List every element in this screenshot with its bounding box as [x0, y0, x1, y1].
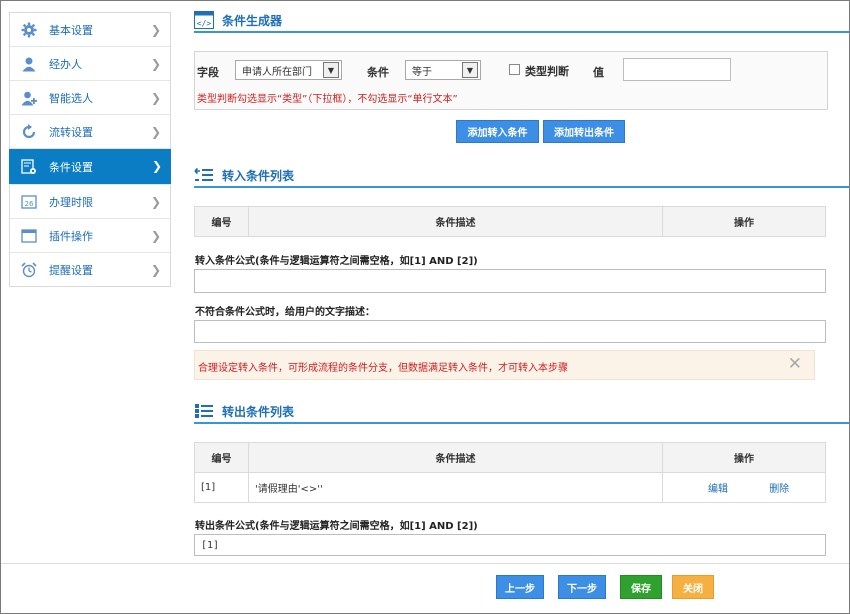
- footer-bar: 上一步 下一步 保存 关闭: [1, 563, 849, 613]
- sidebar-item-basic-settings[interactable]: 基本设置 ❯: [10, 13, 170, 47]
- chevron-right-icon: ❯: [150, 263, 161, 277]
- column-header: 编号: [194, 442, 249, 473]
- chevron-right-icon: ❯: [150, 23, 161, 37]
- table-row: [1] '请假理由'<>'' 编辑 删除: [194, 472, 826, 503]
- in-section-title: 转入条件列表: [222, 169, 295, 183]
- sidebar-item-label: 提醒设置: [49, 263, 93, 277]
- builder-title: 条件生成器: [222, 14, 283, 28]
- sidebar-item-flow-settings[interactable]: 流转设置 ❯: [10, 115, 170, 149]
- sidebar-item-label: 经办人: [49, 57, 82, 71]
- fail-desc-label: 不符合条件公式时，给用户的文字描述：: [195, 307, 375, 318]
- sidebar-item-handler[interactable]: 经办人 ❯: [10, 47, 170, 81]
- chevron-right-icon: ❯: [150, 57, 161, 71]
- save-button[interactable]: 保存: [620, 575, 662, 599]
- row-actions: 编辑 删除: [662, 472, 826, 503]
- sidebar-item-label: 流转设置: [49, 125, 93, 139]
- sidebar: 基本设置 ❯ 经办人 ❯ 智能选人 ❯ 流转设置 ❯ 条件设置 ❯ 26 办理时…: [9, 12, 171, 287]
- close-icon[interactable]: ✕: [788, 354, 802, 374]
- chevron-right-icon: ❯: [150, 195, 161, 209]
- svg-text:26: 26: [25, 200, 34, 208]
- calendar-icon: 26: [21, 194, 37, 210]
- value-label: 值: [593, 66, 604, 79]
- row-id: [1]: [194, 472, 249, 503]
- in-formula-input[interactable]: [194, 269, 826, 293]
- window-icon: [21, 228, 37, 244]
- field-label: 字段: [197, 66, 219, 79]
- row-desc: '请假理由'<>'': [248, 472, 663, 503]
- close-button[interactable]: 关闭: [672, 575, 714, 599]
- chevron-right-icon: ❯: [150, 91, 161, 105]
- condition-settings-icon: [21, 158, 37, 175]
- chevron-right-icon: ❯: [150, 229, 161, 243]
- out-condition-table: 编号 条件描述 操作 [1] '请假理由'<>'' 编辑 删除: [194, 442, 826, 503]
- column-header: 操作: [662, 206, 826, 237]
- svg-text:</>: </>: [197, 19, 212, 28]
- in-section-header: 转入条件列表: [194, 166, 849, 188]
- refresh-icon: [21, 123, 37, 140]
- value-input[interactable]: [623, 58, 731, 81]
- chevron-down-icon: ▼: [462, 62, 478, 78]
- condition-builder-panel: 字段 申请人所在部门 ▼ 条件 等于 ▼ 类型判断 值 类型判断勾选显示“类型”…: [194, 51, 828, 110]
- sidebar-item-label: 基本设置: [49, 23, 93, 37]
- builder-section-header: </> 条件生成器: [194, 11, 849, 33]
- table-header-row: 编号 条件描述 操作: [194, 442, 826, 473]
- condition-label: 条件: [367, 66, 389, 79]
- in-condition-table: 编号 条件描述 操作: [194, 206, 826, 237]
- alert-message: 合理设定转入条件，可形成流程的条件分支，但数据满足转入条件，才可转入本步骤: [198, 363, 568, 374]
- add-out-condition-button[interactable]: 添加转出条件: [543, 120, 625, 143]
- user-icon: [21, 56, 37, 72]
- sidebar-item-label: 插件操作: [49, 229, 93, 243]
- prev-step-button[interactable]: 上一步: [496, 575, 544, 599]
- sidebar-item-smart-select[interactable]: 智能选人 ❯: [10, 81, 170, 115]
- sidebar-item-plugin-ops[interactable]: 插件操作 ❯: [10, 219, 170, 253]
- out-formula-label: 转出条件公式(条件与逻辑运算符之间需空格，如[1] AND [2]): [195, 521, 478, 532]
- column-header: 编号: [194, 206, 249, 237]
- column-header: 条件描述: [248, 206, 663, 237]
- next-step-button[interactable]: 下一步: [558, 575, 606, 599]
- import-list-icon: [194, 166, 214, 187]
- chevron-right-icon: ❯: [151, 159, 162, 173]
- out-section-title: 转出条件列表: [222, 405, 295, 419]
- alarm-clock-icon: [21, 261, 37, 278]
- column-header: 操作: [662, 442, 826, 473]
- column-header: 条件描述: [248, 442, 663, 473]
- chevron-right-icon: ❯: [150, 125, 161, 139]
- fail-desc-input[interactable]: [194, 320, 826, 343]
- type-check-checkbox[interactable]: [509, 64, 520, 75]
- type-check-hint: 类型判断勾选显示“类型”（下拉框），不勾选显示“单行文本”: [197, 94, 458, 105]
- add-in-condition-button[interactable]: 添加转入条件: [456, 120, 539, 143]
- edit-link[interactable]: 编辑: [708, 484, 728, 495]
- sidebar-item-label: 条件设置: [49, 160, 93, 174]
- in-formula-label: 转入条件公式(条件与逻辑运算符之间需空格，如[1] AND [2]): [195, 256, 478, 267]
- list-icon: [194, 402, 214, 423]
- table-header-row: 编号 条件描述 操作: [194, 206, 826, 237]
- in-condition-alert: 合理设定转入条件，可形成流程的条件分支，但数据满足转入条件，才可转入本步骤 ✕: [194, 350, 815, 380]
- condition-select[interactable]: 等于 ▼: [405, 60, 481, 80]
- sidebar-item-condition-settings[interactable]: 条件设置 ❯: [9, 149, 171, 185]
- sidebar-item-label: 智能选人: [49, 91, 93, 105]
- chevron-down-icon: ▼: [323, 62, 339, 78]
- sidebar-item-reminder[interactable]: 提醒设置 ❯: [10, 253, 170, 286]
- sidebar-item-label: 办理时限: [49, 195, 93, 209]
- code-icon: </>: [194, 11, 214, 32]
- delete-link[interactable]: 删除: [769, 484, 789, 495]
- out-formula-input[interactable]: [194, 534, 826, 556]
- user-add-icon: [21, 90, 37, 106]
- type-check-label: 类型判断: [525, 65, 569, 78]
- field-select[interactable]: 申请人所在部门 ▼: [235, 60, 342, 80]
- gear-icon: [21, 22, 37, 38]
- sidebar-item-time-limit[interactable]: 26 办理时限 ❯: [10, 185, 170, 219]
- out-section-header: 转出条件列表: [194, 402, 849, 424]
